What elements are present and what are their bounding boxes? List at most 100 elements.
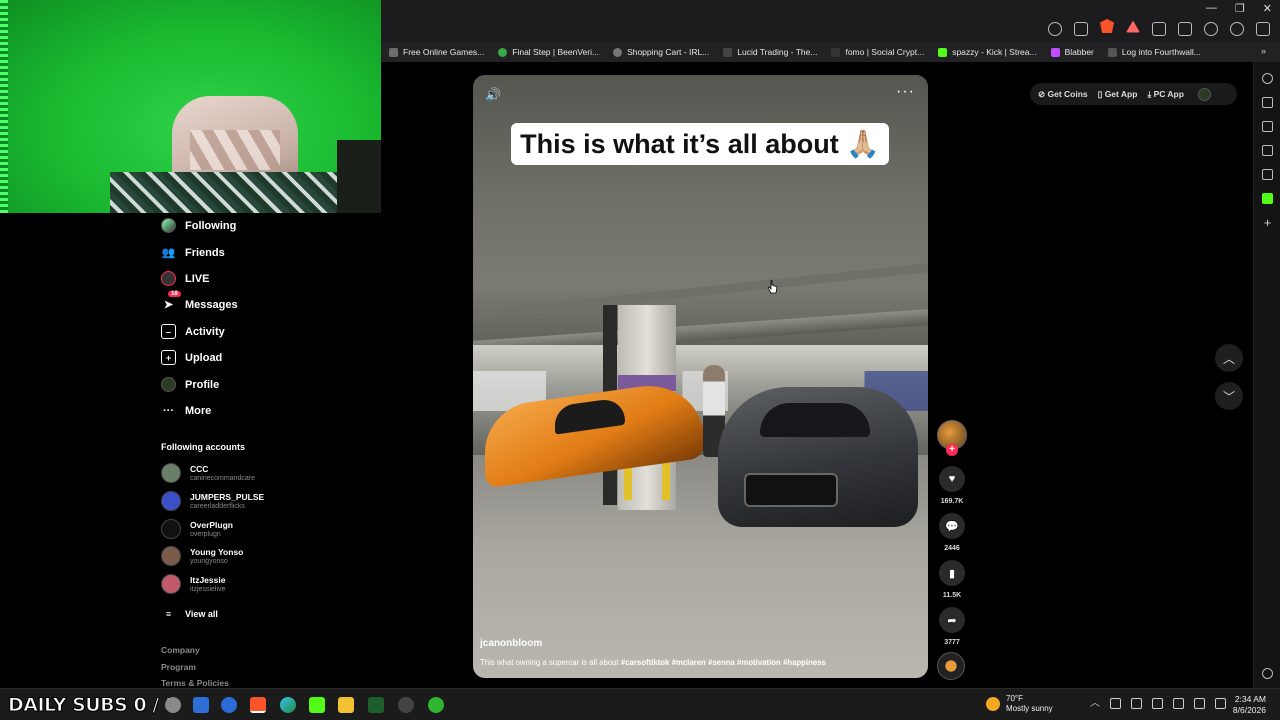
comment-icon[interactable]: 💬: [939, 513, 965, 539]
next-video-chevron-down-icon[interactable]: ﹀: [1215, 382, 1243, 410]
get-coins-label: Get Coins: [1047, 88, 1088, 99]
footer-link-terms[interactable]: Terms & Policies: [161, 678, 229, 688]
nav-following[interactable]: Following: [161, 218, 236, 233]
kick-app-icon[interactable]: [309, 697, 325, 713]
media-sidebar-icon[interactable]: [1262, 97, 1273, 108]
brave-browser-icon[interactable]: [250, 697, 266, 713]
user-avatar[interactable]: [1197, 87, 1211, 101]
brave-rewards-icon[interactable]: [1126, 20, 1140, 33]
previous-video-chevron-up-icon[interactable]: ︿: [1215, 344, 1243, 372]
get-coins-button[interactable]: ⊘ Get Coins: [1038, 89, 1088, 100]
volume-tray-icon[interactable]: [1215, 698, 1226, 709]
bookmark-item[interactable]: Free Online Games...: [389, 47, 484, 57]
save-action[interactable]: ▮ 11.5K: [937, 560, 967, 599]
onedrive-icon[interactable]: [1152, 698, 1163, 709]
task-view-icon[interactable]: [193, 697, 209, 713]
like-action[interactable]: ♥ 169.7K: [937, 466, 967, 505]
account-avatar: [161, 546, 181, 566]
get-app-button[interactable]: ▯ Get App: [1098, 89, 1138, 100]
media-icon[interactable]: [1152, 21, 1166, 36]
microphone-icon[interactable]: [1173, 698, 1184, 709]
heart-icon[interactable]: ♥: [939, 466, 965, 492]
wallet-sidebar-icon[interactable]: [1262, 121, 1273, 132]
network-icon[interactable]: [1194, 698, 1205, 709]
bookmarks-sidebar-icon[interactable]: [1262, 145, 1273, 156]
share-icon[interactable]: ➦: [939, 607, 965, 633]
bookmark-icon[interactable]: ▮: [939, 560, 965, 586]
avatar-icon: [161, 218, 176, 233]
comment-count: 2446: [944, 545, 960, 552]
account-handle: itzjessielive: [190, 585, 226, 593]
browser-toolbar: [381, 16, 1280, 42]
following-account[interactable]: CCC caninecommandcare: [161, 463, 255, 483]
pc-app-button[interactable]: ⤓ PC App: [1147, 89, 1184, 100]
account-avatar: [161, 491, 181, 511]
wallet-icon[interactable]: [1178, 21, 1192, 36]
nav-messages[interactable]: ➤ 18 Messages: [161, 291, 238, 312]
minimize-button[interactable]: —: [1206, 2, 1217, 14]
following-account[interactable]: JUMPERS_PULSE careerladderflicks: [161, 491, 264, 511]
bookmark-item[interactable]: spazzy - Kick | Strea...: [938, 47, 1037, 57]
following-account[interactable]: Young Yonso youngyonso: [161, 546, 243, 566]
nav-friends[interactable]: 👥 Friends: [161, 245, 225, 260]
vpn-icon[interactable]: [1230, 21, 1244, 36]
bookmark-item[interactable]: fomo | Social Crypt...: [831, 47, 924, 57]
brave-shields-icon[interactable]: [1100, 19, 1114, 33]
comment-action[interactable]: 💬 2446: [937, 513, 967, 552]
reading-list-sidebar-icon[interactable]: [1262, 169, 1273, 180]
nav-upload[interactable]: + Upload: [161, 350, 222, 365]
widgets-icon[interactable]: [165, 697, 181, 713]
share-action[interactable]: ➦ 3777: [937, 607, 967, 646]
settings-gear-icon[interactable]: [1262, 668, 1273, 679]
menu-icon[interactable]: [1256, 21, 1270, 36]
volume-icon[interactable]: 🔊: [485, 87, 501, 103]
music-disc-icon[interactable]: [937, 652, 965, 680]
app-icon[interactable]: [221, 697, 237, 713]
kick-sidebar-icon[interactable]: [1262, 193, 1273, 204]
close-button[interactable]: ✕: [1263, 2, 1272, 15]
messages-icon: ➤ 18: [161, 291, 181, 312]
bookmark-favicon: [723, 47, 733, 57]
footer-link-company[interactable]: Company: [161, 645, 200, 655]
tray-app-icon[interactable]: [1110, 698, 1121, 709]
more-options-icon[interactable]: ···: [896, 83, 915, 101]
following-account[interactable]: OverPlugn overplugn: [161, 519, 233, 539]
obs-icon[interactable]: [398, 697, 414, 713]
system-clock[interactable]: 2:34 AM 8/6/2026: [1233, 694, 1266, 716]
nav-live[interactable]: LIVE: [161, 271, 209, 286]
bookmark-item[interactable]: Lucid Trading - The...: [723, 47, 817, 57]
messages-badge: 18: [168, 291, 181, 297]
xbox-icon[interactable]: [428, 697, 444, 713]
nav-label: More: [185, 404, 212, 417]
view-all-button[interactable]: ≡ View all: [161, 606, 218, 621]
edge-browser-icon[interactable]: [280, 697, 296, 713]
video-author[interactable]: jcanonbloom: [480, 638, 542, 649]
weather-widget[interactable]: 70°F Mostly sunny: [986, 694, 1053, 714]
bookmark-label: Free Online Games...: [403, 47, 485, 57]
follow-plus-icon[interactable]: +: [946, 444, 958, 456]
tray-app-icon[interactable]: [1131, 698, 1142, 709]
tray-overflow-chevron-icon[interactable]: ︿: [1090, 698, 1100, 709]
bookmark-item[interactable]: Log into Fourthwall...: [1107, 47, 1201, 57]
bookmark-item[interactable]: Blabber: [1050, 47, 1094, 57]
nav-profile[interactable]: Profile: [161, 377, 219, 392]
cast-icon[interactable]: [1074, 21, 1088, 36]
bookmark-item[interactable]: Shopping Cart - IRL...: [613, 47, 709, 57]
nav-activity[interactable]: – Activity: [161, 324, 225, 339]
live-icon: [161, 271, 176, 286]
footer-link-program[interactable]: Program: [161, 662, 196, 672]
leo-ai-icon[interactable]: [1204, 21, 1218, 36]
file-explorer-icon[interactable]: [338, 697, 354, 713]
nav-more[interactable]: ··· More: [161, 403, 211, 418]
bookmarks-overflow-icon[interactable]: »: [1261, 46, 1266, 56]
following-account[interactable]: ItzJessie itzjessielive: [161, 574, 225, 594]
restore-button[interactable]: ❐: [1235, 2, 1245, 15]
add-sidebar-icon[interactable]: +: [1262, 216, 1273, 229]
zoom-icon[interactable]: [1048, 21, 1062, 36]
leo-sidebar-icon[interactable]: [1262, 73, 1273, 84]
account-avatar: [161, 519, 181, 539]
bookmark-item[interactable]: Final Step | BeenVeri...: [498, 47, 599, 57]
trading-app-icon[interactable]: [368, 697, 384, 713]
video-player[interactable]: This is what it’s all about 🙏🏼 🔊 ··· jca…: [473, 75, 928, 678]
get-app-label: Get App: [1104, 88, 1138, 99]
